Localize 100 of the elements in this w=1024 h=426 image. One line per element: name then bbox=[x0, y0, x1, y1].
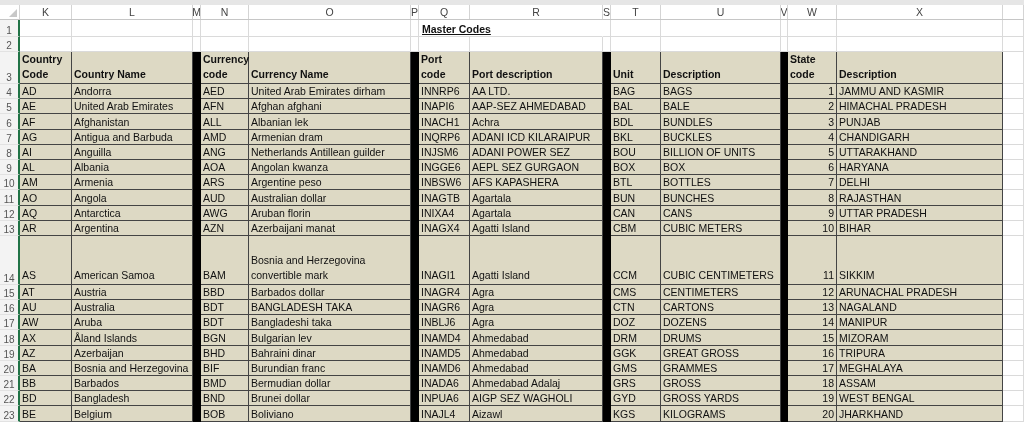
table-cell: ASSAM bbox=[837, 376, 1003, 392]
table-cell: DOZENS bbox=[661, 315, 781, 331]
table-cell: Boliviano bbox=[249, 406, 411, 422]
row-number[interactable]: 5 bbox=[0, 99, 20, 115]
column-letter-header[interactable]: K bbox=[20, 5, 72, 19]
table-cell: Australia bbox=[72, 300, 193, 316]
column-letter-header[interactable]: O bbox=[249, 5, 411, 19]
table-cell: INAPI6 bbox=[419, 99, 470, 115]
table-cell: AX bbox=[20, 330, 72, 346]
table-cell: NAGALAND bbox=[837, 300, 1003, 316]
table-cell: Australian dollar bbox=[249, 190, 411, 206]
table-cell: BAM bbox=[201, 235, 249, 285]
table-cell: Argentine peso bbox=[249, 175, 411, 191]
table-cell: Angola bbox=[72, 190, 193, 206]
column-letter-header[interactable]: N bbox=[201, 5, 249, 19]
row-number[interactable]: 21 bbox=[0, 376, 20, 392]
table-cell: ARS bbox=[201, 175, 249, 191]
column-header: Unit bbox=[611, 52, 661, 84]
column-letter-header[interactable]: U bbox=[661, 5, 781, 19]
table-cell: INBLJ6 bbox=[419, 315, 470, 331]
column-letter-header[interactable]: W bbox=[788, 5, 837, 19]
table-cell: 11 bbox=[788, 235, 837, 285]
table-cell: GRS bbox=[611, 376, 661, 392]
table-cell: AU bbox=[20, 300, 72, 316]
table-cell: CARTONS bbox=[661, 300, 781, 316]
table-cell: 7 bbox=[788, 175, 837, 191]
table-cell: AUD bbox=[201, 190, 249, 206]
table-cell: AW bbox=[20, 315, 72, 331]
select-all-icon[interactable] bbox=[9, 9, 17, 17]
column-letter-header[interactable]: S bbox=[603, 5, 611, 19]
row-number[interactable]: 11 bbox=[0, 190, 20, 206]
table-cell: United Arab Emirates dirham bbox=[249, 84, 411, 100]
column-letter-header[interactable]: X bbox=[837, 5, 1003, 19]
column-header: Port code bbox=[419, 52, 470, 84]
table-cell: AAP-SEZ AHMEDABAD bbox=[470, 99, 603, 115]
table-cell: BUN bbox=[611, 190, 661, 206]
table-cell: BDT bbox=[201, 315, 249, 331]
row-number[interactable]: 16 bbox=[0, 300, 20, 316]
table-cell: BND bbox=[201, 391, 249, 407]
table-cell: INAJL4 bbox=[419, 406, 470, 422]
table-cell: BAGS bbox=[661, 84, 781, 100]
sheet-title: Master Codes bbox=[419, 20, 603, 37]
table-cell: INADA6 bbox=[419, 376, 470, 392]
column-letter-header[interactable]: P bbox=[411, 5, 419, 19]
table-cell: DRUMS bbox=[661, 330, 781, 346]
table-cell: INAGTB bbox=[419, 190, 470, 206]
empty-cell bbox=[201, 20, 249, 37]
empty-cell bbox=[1003, 52, 1024, 84]
table-cell: Barbados bbox=[72, 376, 193, 392]
column-letter-header[interactable]: R bbox=[470, 5, 603, 19]
row-number[interactable]: 6 bbox=[0, 114, 20, 130]
table-cell: Afghanistan bbox=[72, 114, 193, 130]
column-letter-header[interactable]: T bbox=[611, 5, 661, 19]
column-letter-header[interactable]: Q bbox=[419, 5, 470, 19]
table-cell: INAGI1 bbox=[419, 235, 470, 285]
table-cell: Agatti Island bbox=[470, 235, 603, 285]
table-cell: 15 bbox=[788, 330, 837, 346]
table-cell: MANIPUR bbox=[837, 315, 1003, 331]
table-cell: AIGP SEZ WAGHOLI bbox=[470, 391, 603, 407]
table-cell: GROSS YARDS bbox=[661, 391, 781, 407]
table-cell: JAMMU AND KASMIR bbox=[837, 84, 1003, 100]
row-number[interactable]: 10 bbox=[0, 175, 20, 191]
table-cell: Bangladeshi taka bbox=[249, 315, 411, 331]
row-number[interactable]: 1 bbox=[0, 20, 20, 37]
table-cell: HIMACHAL PRADESH bbox=[837, 99, 1003, 115]
column-header: Currency Name bbox=[249, 52, 411, 84]
table-cell: 20 bbox=[788, 406, 837, 422]
table-cell: American Samoa bbox=[72, 235, 193, 285]
table-cell: KGS bbox=[611, 406, 661, 422]
table-cell: BUNDLES bbox=[661, 114, 781, 130]
table-cell: 13 bbox=[788, 300, 837, 316]
row-number[interactable]: 22 bbox=[0, 391, 20, 407]
column-letter-header[interactable]: M bbox=[193, 5, 201, 19]
row-number[interactable]: 18 bbox=[0, 330, 20, 346]
table-cell: BD bbox=[20, 391, 72, 407]
table-cell: CCM bbox=[611, 235, 661, 285]
row-number[interactable]: 14 bbox=[0, 235, 20, 285]
row-number[interactable]: 17 bbox=[0, 315, 20, 331]
column-letter-header[interactable]: L bbox=[72, 5, 193, 19]
table-cell: Aizawl bbox=[470, 406, 603, 422]
table-cell: CUBIC CENTIMETERS bbox=[661, 235, 781, 285]
column-letter-header[interactable]: V bbox=[781, 5, 788, 19]
table-cell: DOZ bbox=[611, 315, 661, 331]
table-cell: ALL bbox=[201, 114, 249, 130]
row-number[interactable]: 4 bbox=[0, 84, 20, 100]
row-number[interactable]: 3 bbox=[0, 52, 20, 84]
table-cell: KILOGRAMS bbox=[661, 406, 781, 422]
table-cell: INAMD4 bbox=[419, 330, 470, 346]
table-cell: Belgium bbox=[72, 406, 193, 422]
row-number[interactable]: 23 bbox=[0, 406, 20, 422]
table-cell: Ahmedabad bbox=[470, 330, 603, 346]
table-cell: 8 bbox=[788, 190, 837, 206]
table-cell: Bulgarian lev bbox=[249, 330, 411, 346]
row-number[interactable]: 2 bbox=[0, 37, 20, 52]
table-cell: RAJASTHAN bbox=[837, 190, 1003, 206]
table-cell: AO bbox=[20, 190, 72, 206]
table-cell: AD bbox=[20, 84, 72, 100]
column-header: Country Code bbox=[20, 52, 72, 84]
table-cell: JHARKHAND bbox=[837, 406, 1003, 422]
table-cell: Armenia bbox=[72, 175, 193, 191]
